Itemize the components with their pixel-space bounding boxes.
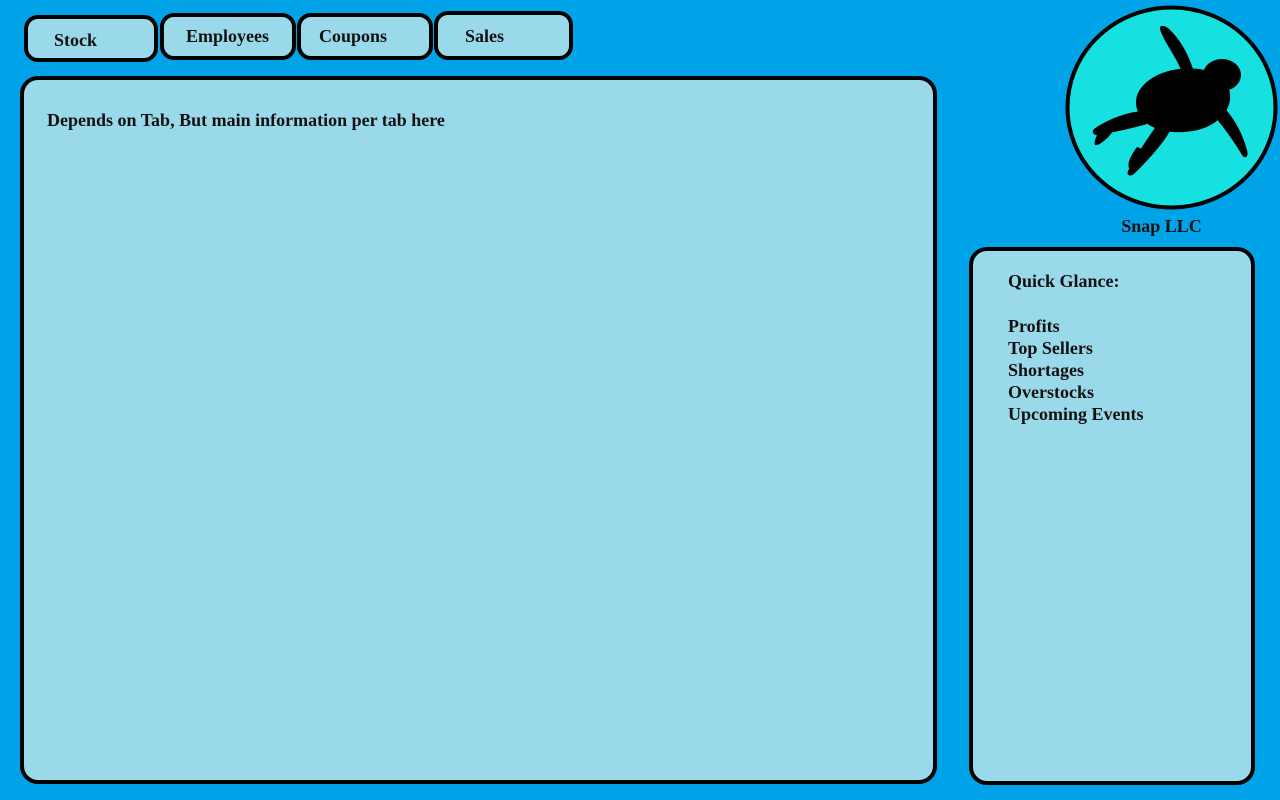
company-name: Snap LLC <box>1121 216 1202 236</box>
main-content-panel: Depends on Tab, But main information per… <box>20 76 937 784</box>
tab-sales[interactable]: Sales <box>434 11 573 60</box>
tab-coupons-label: Coupons <box>319 26 388 46</box>
quick-glance-panel: Quick Glance: Profits Top Sellers Shorta… <box>969 247 1255 785</box>
main-content-text: Depends on Tab, But main information per… <box>47 110 445 130</box>
quick-glance-list: Profits Top Sellers Shortages Overstocks… <box>1008 315 1144 425</box>
tab-coupons[interactable]: Coupons <box>297 13 433 60</box>
tab-employees[interactable]: Employees <box>160 13 296 60</box>
sea-turtle-icon <box>1065 5 1278 210</box>
tab-stock-label: Stock <box>54 30 98 50</box>
quick-glance-title: Quick Glance: <box>1008 271 1120 291</box>
company-logo <box>1065 5 1278 210</box>
quick-glance-item-profits[interactable]: Profits <box>1008 315 1144 337</box>
tab-stock[interactable]: Stock <box>24 15 158 62</box>
quick-glance-item-upcoming-events[interactable]: Upcoming Events <box>1008 403 1144 425</box>
quick-glance-item-overstocks[interactable]: Overstocks <box>1008 381 1144 403</box>
quick-glance-item-top-sellers[interactable]: Top Sellers <box>1008 337 1144 359</box>
tab-sales-label: Sales <box>465 26 505 46</box>
tab-employees-label: Employees <box>186 26 269 46</box>
quick-glance-item-shortages[interactable]: Shortages <box>1008 359 1144 381</box>
